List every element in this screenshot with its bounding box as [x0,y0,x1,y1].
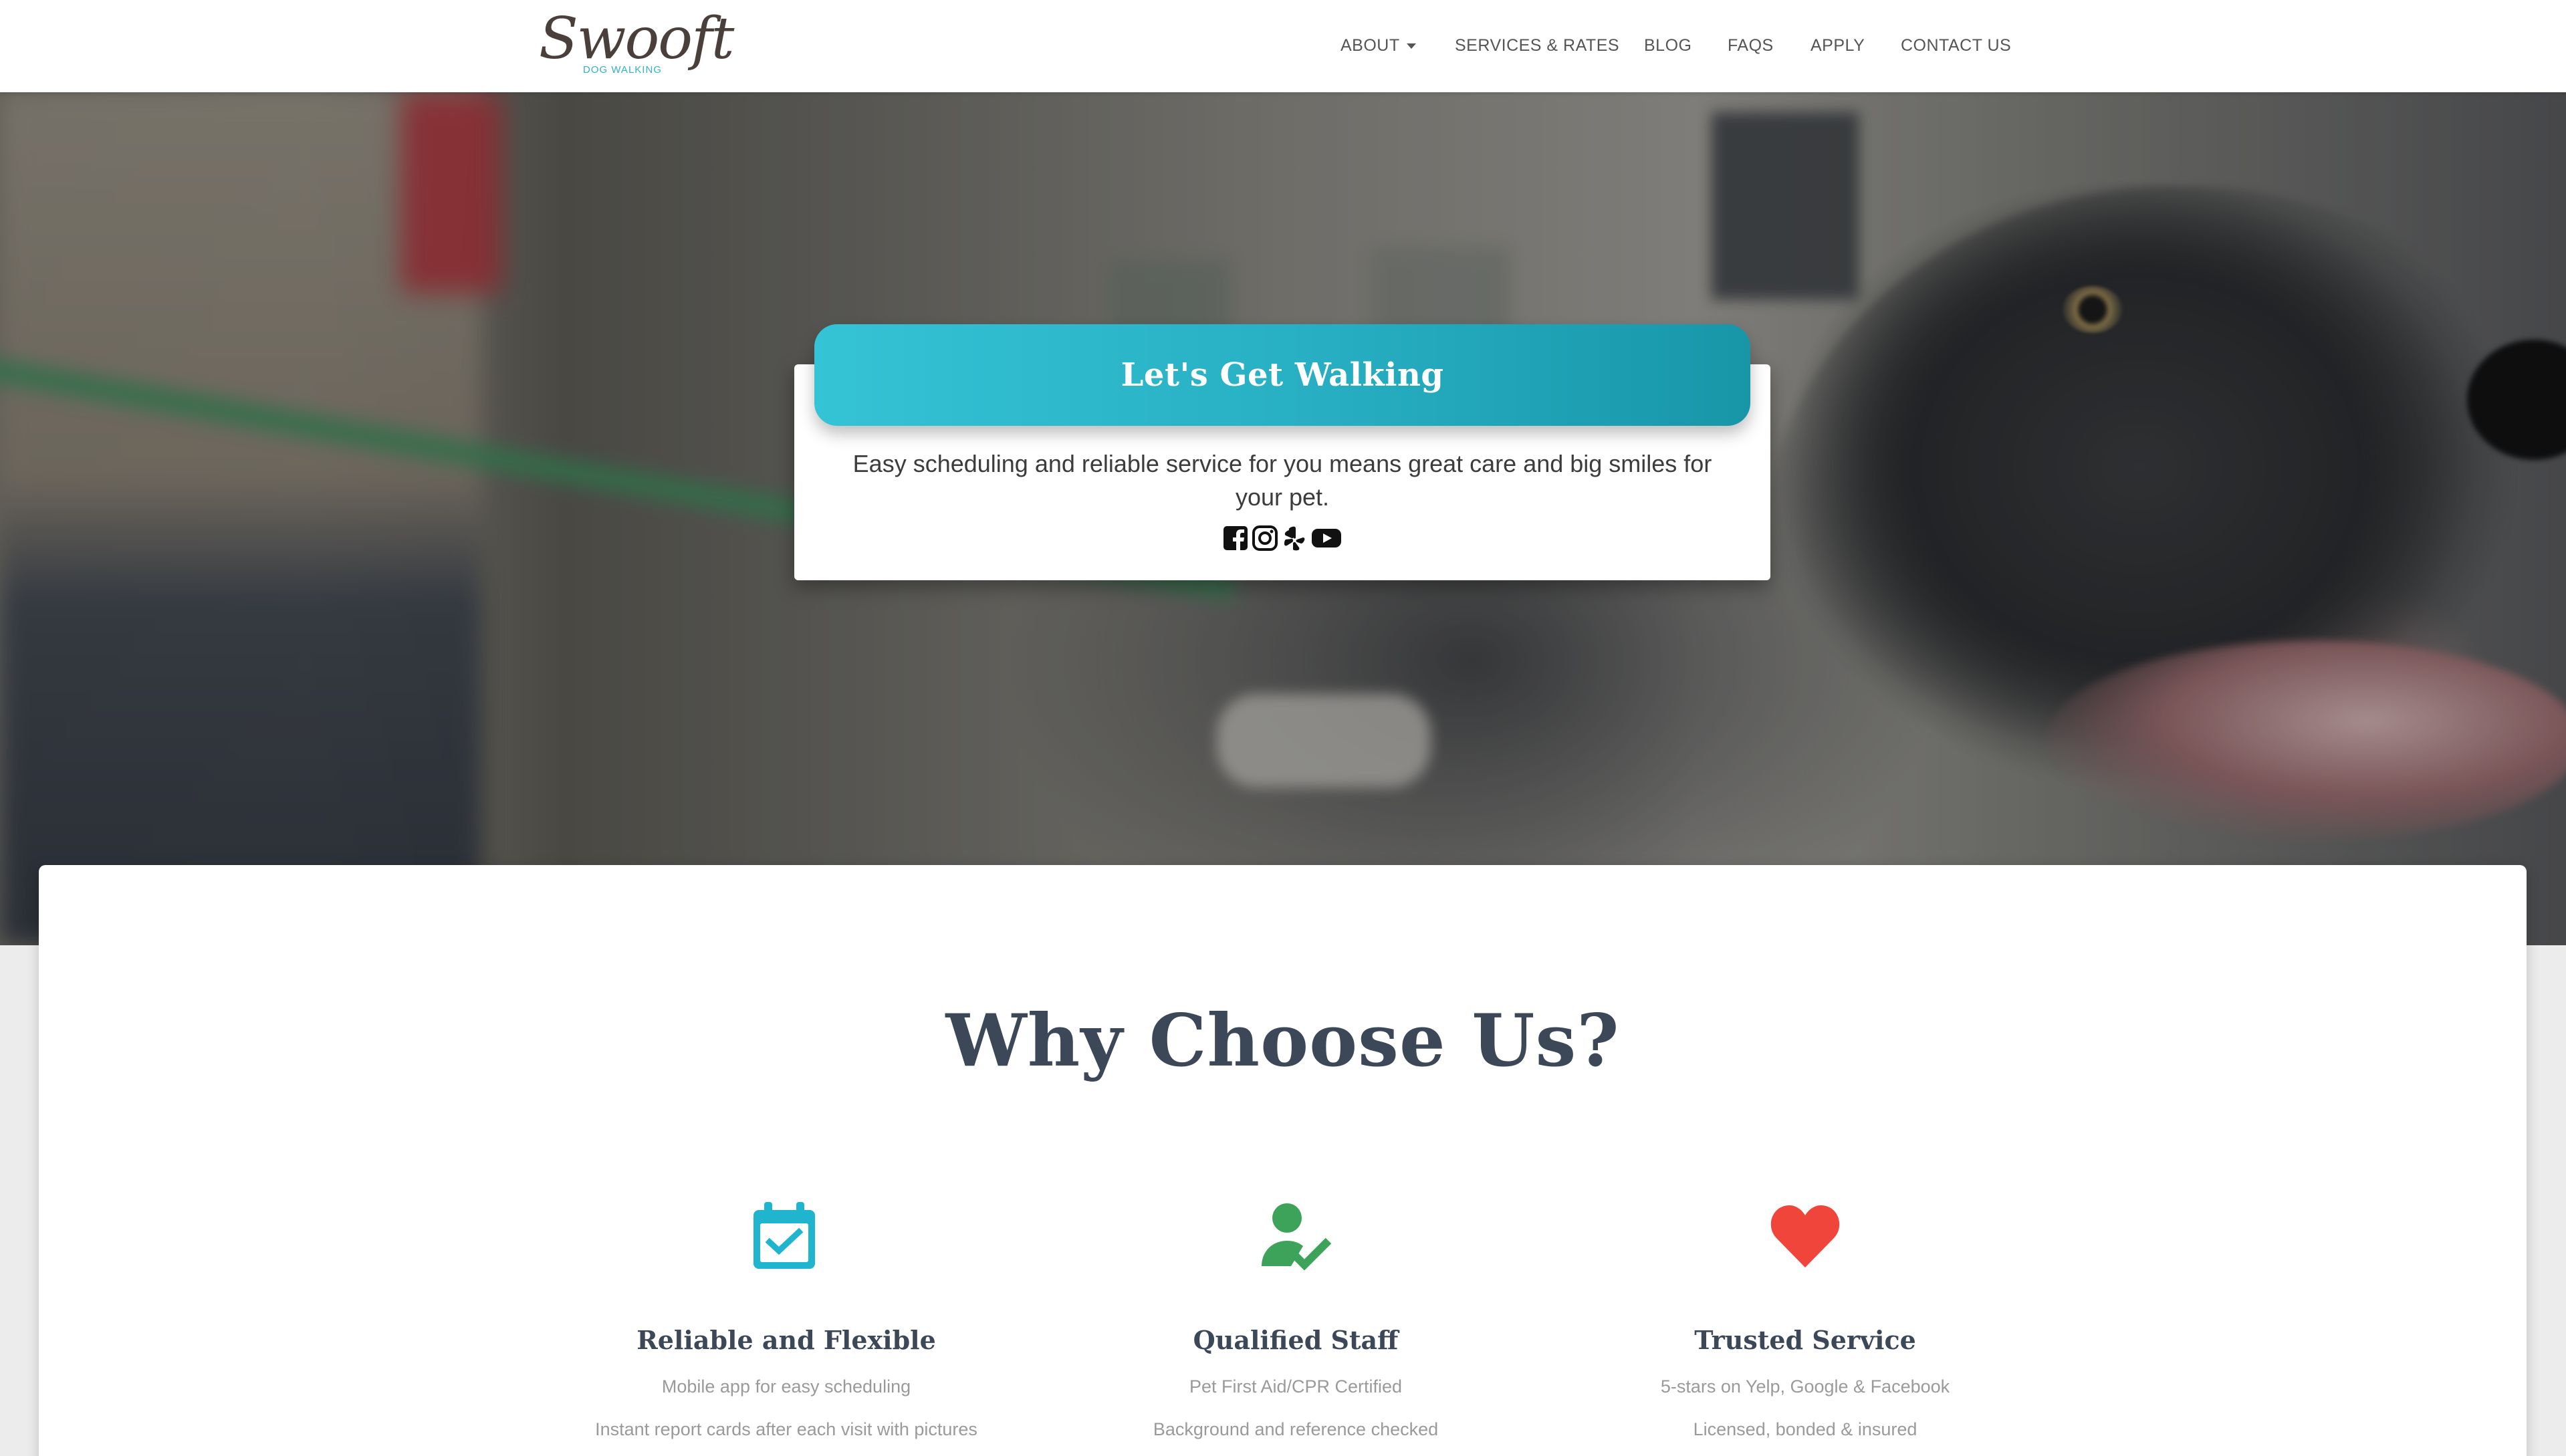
heart-icon [1768,1199,1842,1273]
section-title: Why Choose Us? [945,999,1620,1083]
hero-title-banner: Let's Get Walking [814,324,1750,426]
hero-title: Let's Get Walking [1121,356,1444,394]
feature-line: Pet First Aid/CPR Certified [1189,1376,1403,1397]
feature-title: Reliable and Flexible [636,1325,936,1355]
yelp-icon[interactable] [1281,525,1308,552]
facebook-icon[interactable] [1222,525,1249,552]
instagram-icon[interactable] [1252,525,1278,552]
feature-title: Qualified Staff [1193,1325,1399,1355]
main-nav: ABOUT SERVICES & RATES BLOG FAQS APPLY C… [0,32,2566,59]
nav-item-label: CONTACT US [1901,36,2012,55]
hero-description: Easy scheduling and reliable service for… [852,450,1712,511]
feature-line: Mobile app for easy scheduling [661,1376,911,1397]
nav-item-faqs[interactable]: FAQS [1728,32,1774,59]
nav-item-contact-us[interactable]: CONTACT US [1901,32,2011,59]
nav-item-blog[interactable]: BLOG [1644,32,1692,59]
nav-item-label: FAQS [1728,36,1774,55]
feature-qualified-staff: Qualified Staff Pet First Aid/CPR Certif… [1042,1199,1550,1441]
top-navbar: Swooft DOG WALKING ABOUT SERVICES & RATE… [0,0,2566,92]
nav-item-apply[interactable]: APPLY [1811,32,1865,59]
feature-reliable-flexible: Reliable and Flexible Mobile app for eas… [532,1199,1040,1441]
feature-title: Trusted Service [1694,1325,1916,1355]
person-check-icon [1259,1199,1332,1273]
feature-line: 5-stars on Yelp, Google & Facebook [1660,1376,1950,1397]
nav-item-label: BLOG [1644,36,1692,55]
feature-line: Licensed, bonded & insured [1693,1419,1917,1439]
brand-tagline: DOG WALKING [583,64,662,76]
nav-item-label: SERVICES & RATES [1455,36,1620,55]
nav-item-label: ABOUT [1340,36,1400,55]
feature-trusted-service: Trusted Service 5-stars on Yelp, Google … [1551,1199,2059,1441]
youtube-icon[interactable] [1310,525,1343,552]
social-links [794,525,1770,552]
why-choose-us-section: Why Choose Us? Reliable and Flexible Mob… [39,865,2527,1456]
caret-down-icon [1406,43,1416,49]
nav-item-about[interactable]: ABOUT [1340,32,1416,59]
calendar-check-icon [749,1199,823,1273]
nav-item-services-rates[interactable]: SERVICES & RATES [1455,32,1619,59]
nav-item-label: APPLY [1811,36,1865,55]
feature-line: Background and reference checked [1153,1419,1439,1439]
feature-line: Instant report cards after each visit wi… [595,1419,977,1439]
